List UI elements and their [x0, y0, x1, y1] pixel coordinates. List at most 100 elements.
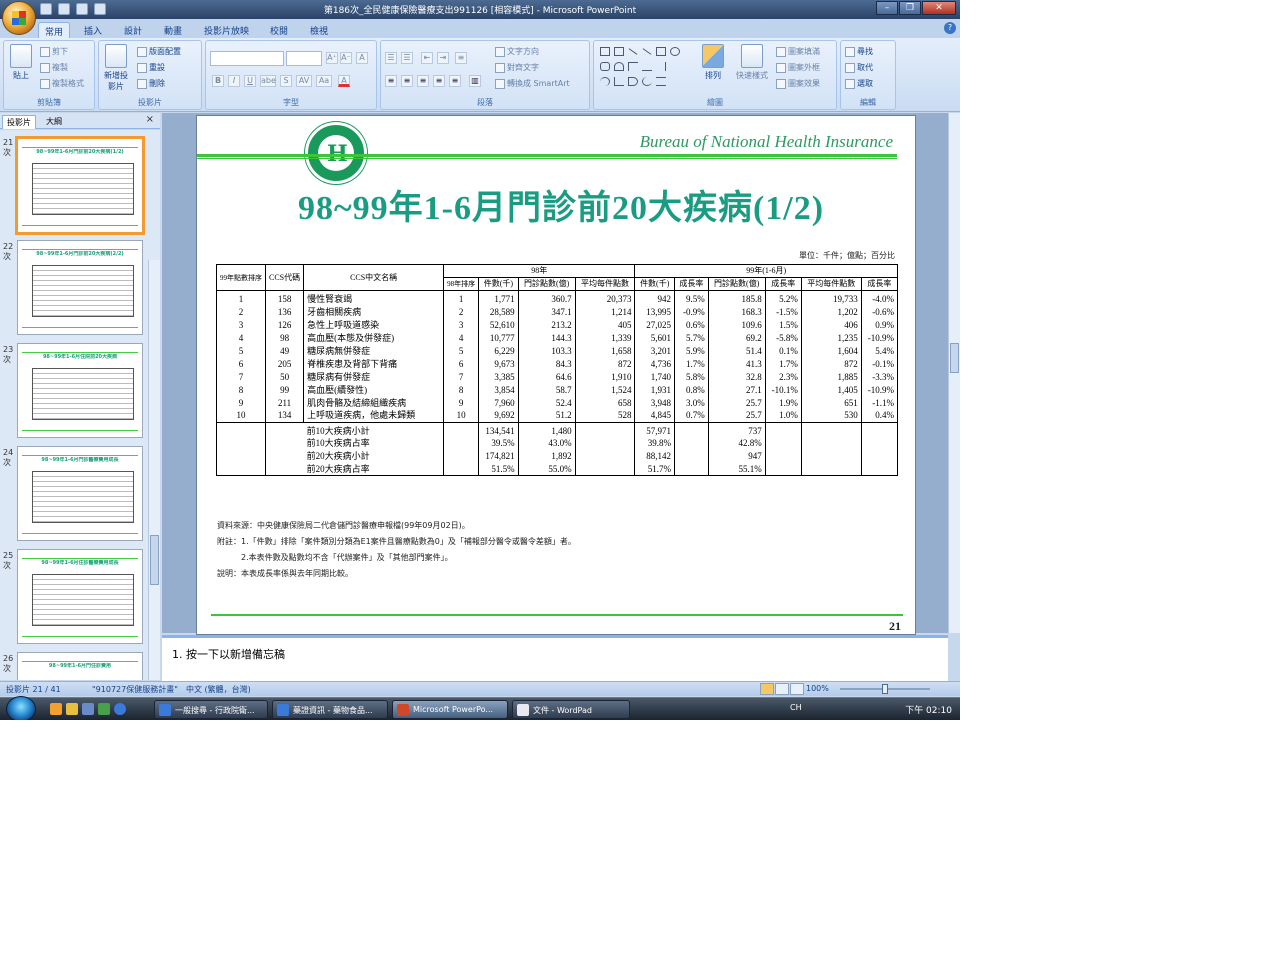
editor-scrollbar[interactable]: [948, 113, 960, 633]
slide-thumbnail[interactable]: 98~99年1-6月住診醫療費用成長: [17, 549, 143, 644]
font-name-combo[interactable]: [210, 51, 284, 66]
help-icon[interactable]: ?: [944, 22, 956, 34]
slide-thumbnail[interactable]: 98~99年1-6月門診醫療費用成長: [17, 446, 143, 541]
freeform-shape-icon[interactable]: [614, 77, 624, 86]
taskbar-item[interactable]: 一般搜尋 - 行政院衛...: [154, 700, 268, 719]
shrink-font-button[interactable]: A⁻: [340, 52, 352, 64]
slide-thumbnail[interactable]: 98~99年1-6月住院前20大疾病: [17, 343, 143, 438]
notes-placeholder[interactable]: 1. 按一下以新增備忘稿: [172, 646, 285, 662]
rounded-rect-shape-icon[interactable]: [600, 62, 610, 71]
arc-shape-icon[interactable]: [642, 77, 652, 86]
vertical-textbox-shape-icon[interactable]: [614, 47, 624, 56]
oval-shape-icon[interactable]: [670, 47, 680, 56]
italic-button[interactable]: I: [228, 75, 240, 87]
strikethrough-button[interactable]: abe: [260, 75, 276, 87]
minimize-button[interactable]: –: [876, 1, 898, 15]
shape-fill-button[interactable]: 圖案填滿: [776, 45, 820, 58]
tab-design[interactable]: 設計: [118, 22, 148, 38]
shapes-gallery[interactable]: [598, 45, 696, 93]
quick-styles-button[interactable]: 快速樣式: [732, 44, 772, 81]
maximize-button[interactable]: ❐: [899, 1, 921, 15]
increase-indent-button[interactable]: ⇥: [437, 52, 449, 64]
font-size-combo[interactable]: [286, 51, 322, 66]
arrow-shape-icon[interactable]: [642, 48, 652, 55]
tab-view[interactable]: 檢視: [304, 22, 334, 38]
reset-button[interactable]: 重設: [137, 61, 165, 74]
align-right-button[interactable]: ≡: [417, 75, 429, 87]
rectangle-shape-icon[interactable]: [656, 47, 666, 56]
close-pane-icon[interactable]: ×: [146, 114, 154, 125]
find-button[interactable]: 尋找: [845, 45, 873, 58]
underline-button[interactable]: U: [244, 75, 256, 87]
tab-home[interactable]: 常用: [38, 22, 71, 38]
office-button[interactable]: [2, 1, 36, 35]
taskbar-item[interactable]: 文件 - WordPad: [512, 700, 630, 719]
zoom-slider-knob[interactable]: [882, 684, 888, 694]
shape-effects-button[interactable]: 圖案效果: [776, 77, 820, 90]
tab-insert[interactable]: 插入: [78, 22, 108, 38]
clear-format-button[interactable]: A: [356, 52, 368, 64]
layout-button[interactable]: 版面配置: [137, 45, 181, 58]
smartart-button[interactable]: 轉換成 SmartArt: [495, 77, 570, 90]
quicklaunch-icon[interactable]: [66, 703, 78, 715]
tab-slides[interactable]: 投影片: [2, 115, 36, 129]
brace-shape-icon[interactable]: [628, 77, 638, 86]
tab-animation[interactable]: 動畫: [158, 22, 188, 38]
slide-thumbnail[interactable]: 98~99年1-6月門診前20大疾病(1/2): [15, 136, 145, 235]
distributed-button[interactable]: ≡: [449, 75, 461, 87]
slide-thumbnail[interactable]: 98~99年1-6月門診前20大疾病(2/2): [17, 240, 143, 335]
curved-arrow-shape-icon[interactable]: [600, 77, 610, 86]
grow-font-button[interactable]: A⁺: [326, 52, 338, 64]
line-shape-icon[interactable]: [628, 48, 638, 55]
start-button[interactable]: [6, 696, 36, 720]
slide-sorter-button[interactable]: [775, 683, 789, 695]
cut-button[interactable]: 剪下: [40, 45, 68, 58]
down-arrow-shape-icon[interactable]: [656, 62, 666, 71]
quicklaunch-icon[interactable]: [50, 703, 62, 715]
justify-button[interactable]: ≡: [433, 75, 445, 87]
quicklaunch-icon[interactable]: [82, 703, 94, 715]
columns-button[interactable]: ▥: [469, 75, 481, 87]
font-color-button[interactable]: A: [338, 75, 350, 87]
bullets-button[interactable]: ☰: [385, 52, 397, 64]
normal-view-button[interactable]: [760, 683, 774, 695]
align-text-button[interactable]: 對齊文字: [495, 61, 539, 74]
tab-outline[interactable]: 大綱: [42, 115, 66, 129]
slide-thumbnail[interactable]: 98~99年1-6月門住診費用: [17, 652, 143, 680]
quicklaunch-icon[interactable]: [98, 703, 110, 715]
zoom-level[interactable]: 100%: [806, 684, 829, 693]
editor-scroll-thumb[interactable]: [950, 343, 959, 373]
textbox-shape-icon[interactable]: [600, 47, 610, 56]
paste-button[interactable]: 貼上: [6, 44, 36, 81]
tab-slideshow[interactable]: 投影片放映: [198, 22, 255, 38]
line-spacing-button[interactable]: ≡: [455, 52, 467, 64]
star-shape-icon[interactable]: [656, 77, 666, 86]
replace-button[interactable]: 取代: [845, 61, 873, 74]
align-center-button[interactable]: ≡: [401, 75, 413, 87]
right-arrow-shape-icon[interactable]: [642, 62, 652, 71]
char-spacing-button[interactable]: AV: [296, 75, 312, 87]
shape-outline-button[interactable]: 圖案外框: [776, 61, 820, 74]
elbow-connector-icon[interactable]: [628, 62, 638, 71]
slideshow-button[interactable]: [790, 683, 804, 695]
taskbar-item[interactable]: Microsoft PowerPo...: [392, 700, 508, 719]
language-indicator[interactable]: 中文 (繁體，台灣): [186, 684, 251, 695]
select-button[interactable]: 選取: [845, 77, 873, 90]
numbering-button[interactable]: ☰: [401, 52, 413, 64]
arrange-button[interactable]: 排列: [698, 44, 728, 81]
align-left-button[interactable]: ≡: [385, 75, 397, 87]
change-case-button[interactable]: Aa: [316, 75, 332, 87]
slide-canvas[interactable]: H Bureau of National Health Insurance 98…: [196, 115, 916, 635]
decrease-indent-button[interactable]: ⇤: [421, 52, 433, 64]
new-slide-button[interactable]: 新增投影片: [101, 44, 131, 92]
thumbnail-scroll-thumb[interactable]: [150, 535, 159, 585]
notes-pane[interactable]: 1. 按一下以新增備忘稿: [162, 635, 948, 681]
shadow-button[interactable]: S: [280, 75, 292, 87]
delete-slide-button[interactable]: 刪除: [137, 77, 165, 90]
triangle-shape-icon[interactable]: [614, 62, 624, 71]
close-button[interactable]: ✕: [922, 1, 956, 15]
bold-button[interactable]: B: [212, 75, 224, 87]
copy-button[interactable]: 複製: [40, 61, 68, 74]
ie-icon[interactable]: [114, 703, 126, 715]
language-bar[interactable]: CH: [790, 703, 802, 712]
